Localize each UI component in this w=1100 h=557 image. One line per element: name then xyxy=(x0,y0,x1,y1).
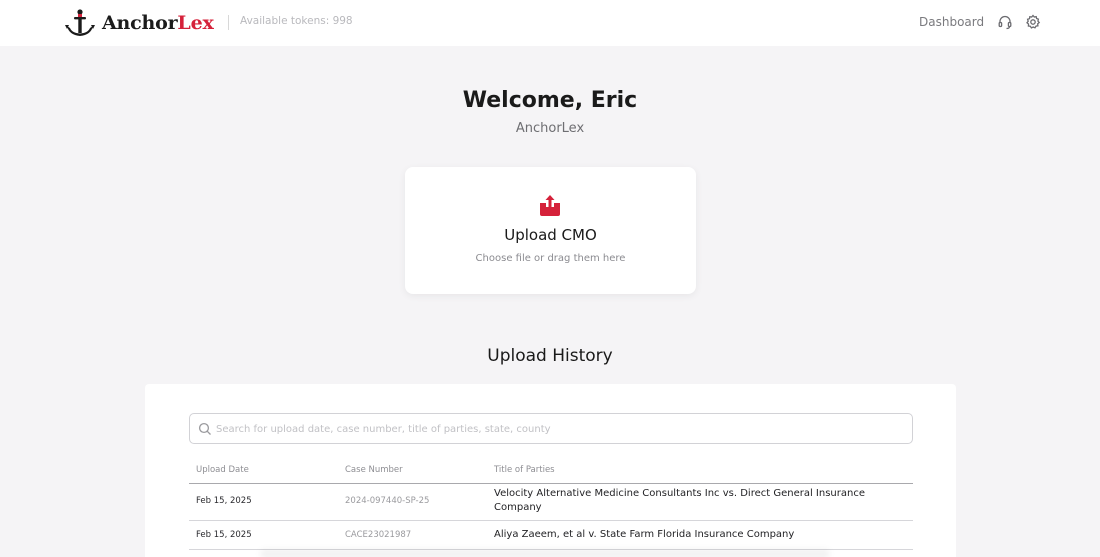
column-header-case-number[interactable]: Case Number xyxy=(345,465,403,475)
logo-wordmark-part2: Lex xyxy=(177,12,214,34)
upload-cmo-dropzone[interactable]: Upload CMO Choose file or drag them here xyxy=(405,167,696,294)
row-upload-date: Feb 15, 2025 xyxy=(196,496,252,506)
column-header-title-of-parties[interactable]: Title of Parties xyxy=(494,465,555,475)
available-tokens: Available tokens: 998 xyxy=(240,15,353,27)
anchor-logo-icon xyxy=(65,9,95,36)
row-title-of-parties: Aliya Zaeem, et al v. State Farm Florida… xyxy=(494,529,795,540)
column-header-upload-date[interactable]: Upload Date xyxy=(196,465,249,475)
headset-icon[interactable] xyxy=(997,14,1013,30)
logo-wordmark: AnchorLex xyxy=(102,12,214,34)
upload-icon xyxy=(540,195,560,216)
search-icon xyxy=(198,422,211,435)
row-case-number: 2024-097440-SP-25 xyxy=(345,496,430,506)
upload-history-heading: Upload History xyxy=(487,346,613,366)
row-divider xyxy=(189,520,913,521)
bottom-scroll-shadow xyxy=(260,549,830,557)
nav-dashboard-link[interactable]: Dashboard xyxy=(919,15,984,29)
welcome-heading: Welcome, Eric xyxy=(462,88,638,113)
organization-name: AnchorLex xyxy=(515,121,585,136)
table-header-divider xyxy=(189,483,913,484)
upload-history-panel: Upload Date Case Number Title of Parties… xyxy=(145,384,956,557)
history-search-input[interactable] xyxy=(216,419,906,439)
upload-hint-text: Choose file or drag them here xyxy=(475,253,626,264)
row-upload-date: Feb 15, 2025 xyxy=(196,530,252,540)
history-search-box[interactable] xyxy=(189,413,913,444)
row-title-of-parties: Velocity Alternative Medicine Consultant… xyxy=(494,488,865,513)
top-nav-bar: AnchorLex Available tokens: 998 Dashboar… xyxy=(0,0,1100,46)
row-case-number: CACE23021987 xyxy=(345,530,412,540)
app-logo[interactable]: AnchorLex xyxy=(64,8,214,38)
upload-cmo-title: Upload CMO xyxy=(504,226,597,244)
logo-wordmark-part1: Anchor xyxy=(102,12,178,34)
header-divider xyxy=(228,15,229,30)
gear-icon[interactable] xyxy=(1025,14,1041,30)
